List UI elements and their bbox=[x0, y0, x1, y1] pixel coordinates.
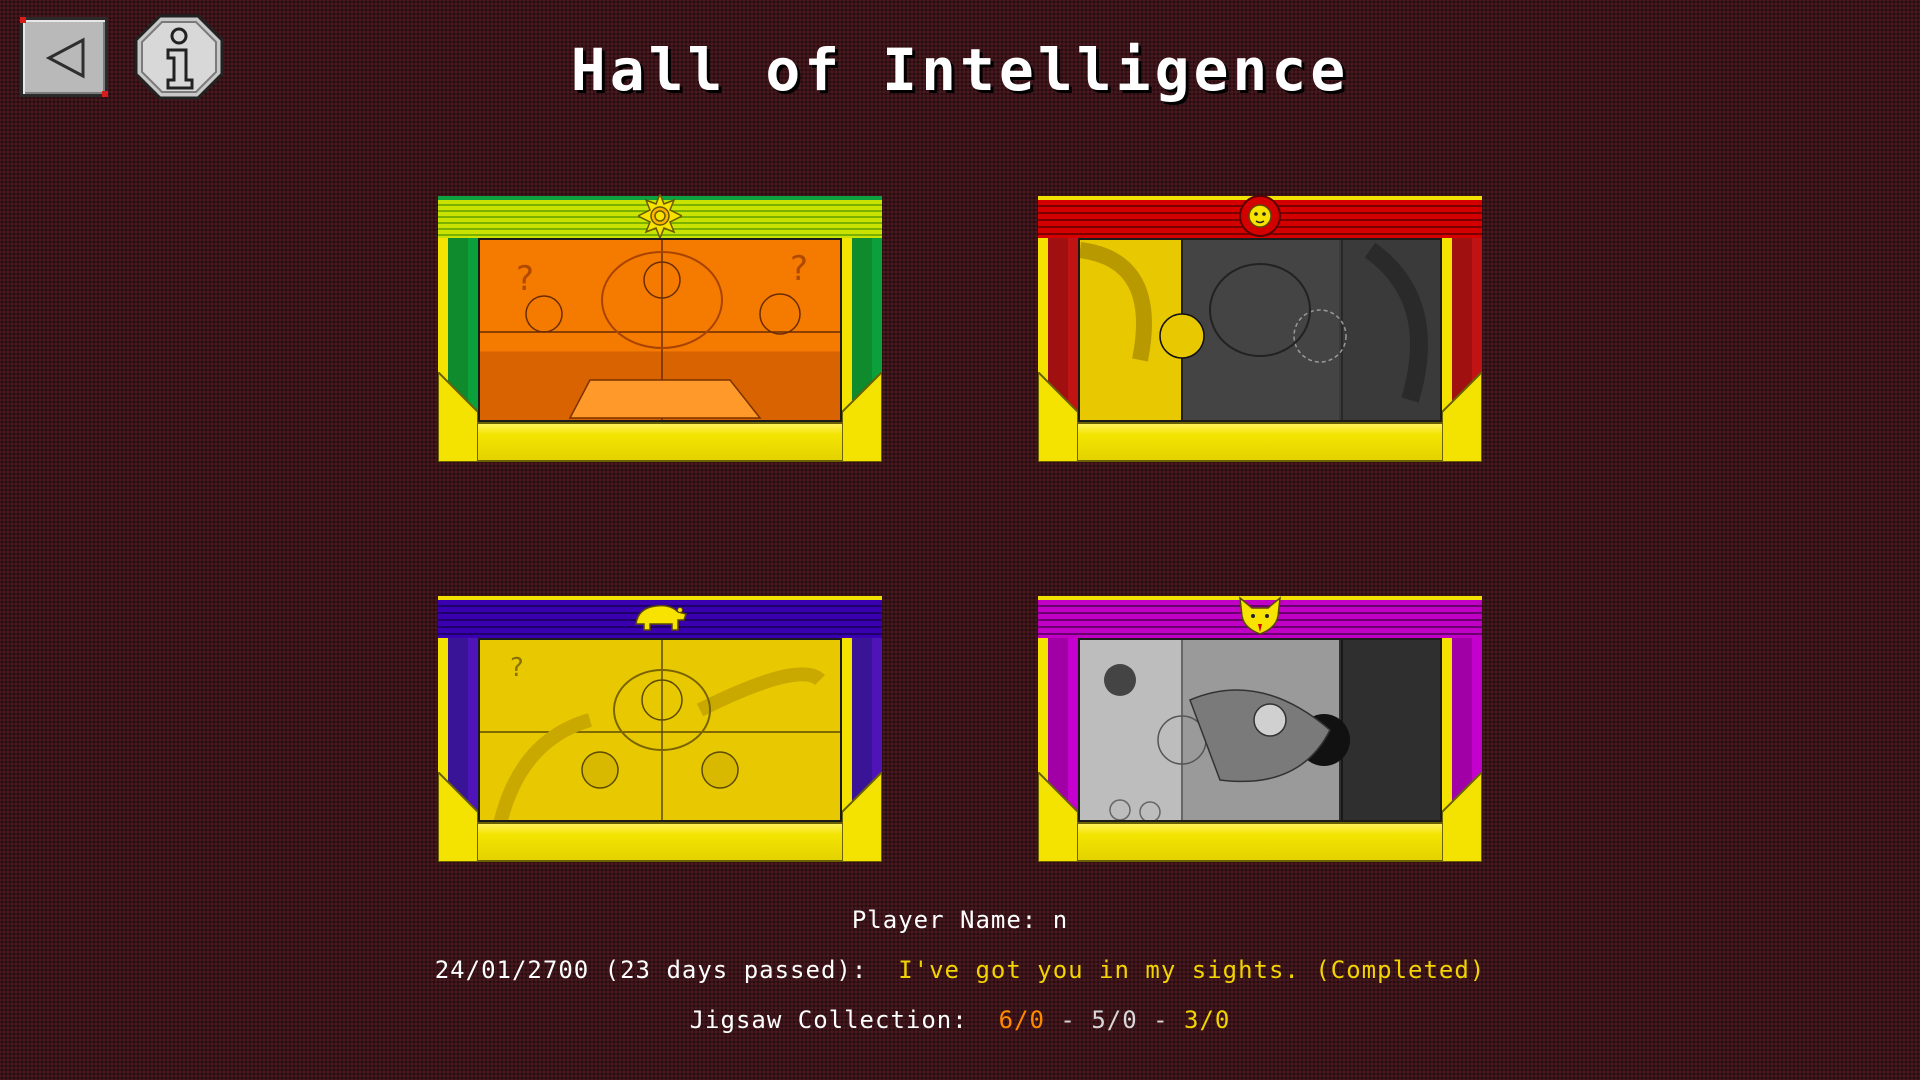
jigsaw-count-a: 6/0 bbox=[998, 1006, 1045, 1034]
date-label: 24/01/2700 (23 days passed): bbox=[434, 956, 899, 984]
player-name-line: Player Name: n bbox=[0, 906, 1920, 934]
frame-corner bbox=[1442, 772, 1482, 862]
player-name-label: Player Name: bbox=[851, 906, 1053, 934]
puzzle-frame-wildcat[interactable] bbox=[1038, 596, 1482, 862]
frame-bottom-band bbox=[438, 422, 882, 462]
jigsaw-separator: - bbox=[1044, 1006, 1092, 1034]
svg-text:?: ? bbox=[790, 249, 808, 289]
date-status-line: 24/01/2700 (23 days passed): I've got yo… bbox=[0, 956, 1920, 984]
svg-text:?: ? bbox=[510, 653, 524, 683]
frame-corner bbox=[842, 372, 882, 462]
puzzle-picture bbox=[1078, 638, 1442, 822]
frame-corner bbox=[438, 772, 478, 862]
jigsaw-count-c: 3/0 bbox=[1184, 1006, 1231, 1034]
frame-corner bbox=[842, 772, 882, 862]
lion-icon bbox=[1239, 195, 1281, 237]
frame-corner bbox=[1038, 772, 1078, 862]
puzzle-picture bbox=[1078, 238, 1442, 422]
puzzle-frame-sun[interactable]: ? ? bbox=[438, 194, 882, 462]
frame-bottom-band bbox=[438, 822, 882, 862]
sun-icon bbox=[638, 194, 682, 238]
jigsaw-collection-line: Jigsaw Collection: 6/0 - 5/0 - 3/0 bbox=[0, 1006, 1920, 1034]
wildcat-icon bbox=[1239, 596, 1281, 635]
frame-corner bbox=[1038, 372, 1078, 462]
svg-text:?: ? bbox=[516, 259, 534, 299]
jigsaw-separator: - bbox=[1137, 1006, 1185, 1034]
bear-icon bbox=[635, 604, 687, 631]
jigsaw-count-b: 5/0 bbox=[1091, 1006, 1138, 1034]
frame-bottom-band bbox=[1038, 422, 1482, 462]
frame-corner bbox=[1442, 372, 1482, 462]
puzzle-picture: ? bbox=[478, 638, 842, 822]
frame-corner bbox=[438, 372, 478, 462]
jigsaw-label: Jigsaw Collection: bbox=[689, 1006, 999, 1034]
frame-bottom-band bbox=[1038, 822, 1482, 862]
player-name-value: n bbox=[1052, 906, 1069, 934]
page-title: Hall of Intelligence bbox=[570, 36, 1350, 104]
status-text: I've got you in my sights. (Completed) bbox=[898, 956, 1486, 984]
puzzle-frame-lion[interactable] bbox=[1038, 195, 1482, 462]
puzzle-picture: ? ? bbox=[478, 238, 842, 422]
puzzle-frame-bear[interactable]: ? bbox=[438, 596, 882, 862]
